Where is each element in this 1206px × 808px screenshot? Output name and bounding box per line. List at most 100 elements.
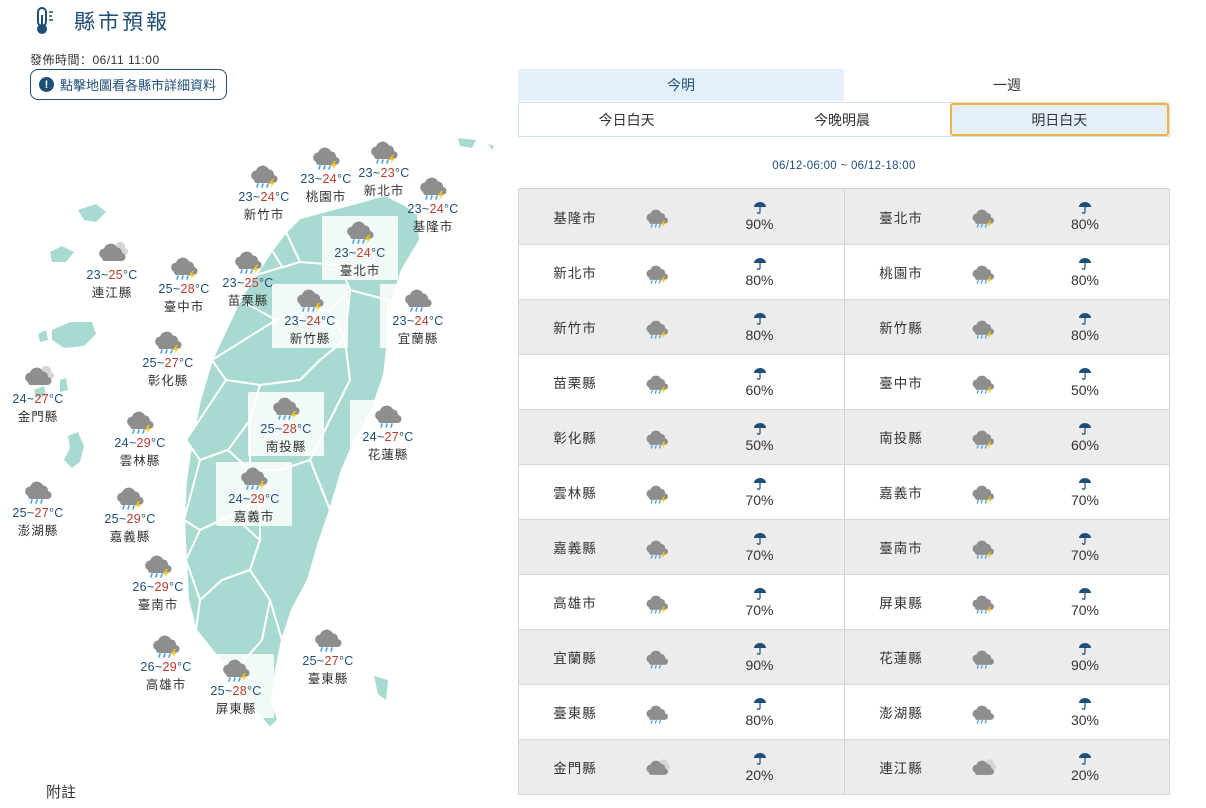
temp-unit: °C xyxy=(49,392,64,406)
thunder-rain-icon xyxy=(627,536,687,559)
city-temperature: 25~27°C xyxy=(0,504,76,522)
forecast-cell[interactable]: 新竹市 80% xyxy=(519,300,844,354)
temp-high: 29 xyxy=(136,436,151,450)
map-city[interactable]: 25~27°C 臺東縣 xyxy=(290,624,366,688)
rain-probability: 60% xyxy=(687,367,844,398)
temp-high: 23 xyxy=(380,166,395,180)
map-city[interactable]: 26~29°C 臺南市 xyxy=(120,550,196,614)
map-city[interactable]: 23~24°C 新竹縣 xyxy=(272,284,348,348)
forecast-cell[interactable]: 南投縣 60% xyxy=(844,410,1169,464)
rain-percent: 80% xyxy=(1070,216,1100,232)
map-city[interactable]: 26~29°C 高雄市 xyxy=(128,630,204,694)
tab-today-tomorrow[interactable]: 今明 xyxy=(518,69,844,101)
temp-unit: °C xyxy=(151,436,166,450)
umbrella-icon xyxy=(753,367,766,380)
temp-low: 24 xyxy=(228,492,243,506)
forecast-cell[interactable]: 連江縣 20% xyxy=(844,740,1169,794)
temp-high: 29 xyxy=(250,492,265,506)
rain-probability: 50% xyxy=(687,422,844,453)
thunder-rain-icon xyxy=(627,205,687,228)
forecast-cell[interactable]: 嘉義市 70% xyxy=(844,465,1169,519)
taiwan-map[interactable]: 23~24°C 新竹市 23~24°C 桃園市 23~23°C 新北市 23~24°C 基隆市… xyxy=(0,0,510,808)
cloudy-icon xyxy=(953,756,1013,779)
rain-icon xyxy=(627,646,687,669)
county-name: 嘉義縣 xyxy=(553,541,597,556)
thunder-rain-icon xyxy=(627,591,687,614)
forecast-cell[interactable]: 高雄市 70% xyxy=(519,575,844,629)
map-city[interactable]: 23~24°C 宜蘭縣 xyxy=(380,284,456,348)
forecast-cell[interactable]: 新北市 80% xyxy=(519,245,844,299)
rain-probability: 80% xyxy=(1013,257,1169,288)
map-city[interactable]: 25~29°C 嘉義縣 xyxy=(92,482,168,546)
forecast-row: 新北市 80% 桃園市 80% xyxy=(519,244,1169,299)
umbrella-icon xyxy=(1079,312,1091,325)
rain-percent: 90% xyxy=(745,656,774,673)
forecast-cell[interactable]: 屏東縣 70% xyxy=(844,575,1169,629)
map-city[interactable]: 25~28°C 南投縣 xyxy=(248,392,324,456)
map-city[interactable]: 24~29°C 雲林縣 xyxy=(102,406,178,470)
map-city[interactable]: 25~27°C 澎湖縣 xyxy=(0,476,76,540)
rain-percent: 90% xyxy=(745,216,774,232)
map-city[interactable]: 24~27°C 金門縣 xyxy=(0,362,76,426)
forecast-cell[interactable]: 彰化縣 50% xyxy=(519,410,844,464)
temp-unit: °C xyxy=(321,314,336,328)
rain-probability: 80% xyxy=(687,697,844,728)
rain-percent: 20% xyxy=(1070,766,1100,783)
rain-percent: 70% xyxy=(1070,601,1100,618)
rain-probability: 70% xyxy=(687,587,844,618)
rain-icon xyxy=(953,646,1013,669)
map-city[interactable]: 24~27°C 花蓮縣 xyxy=(350,400,426,464)
thunder-rain-icon xyxy=(210,246,286,274)
forecast-row: 宜蘭縣 90% 花蓮縣 90% xyxy=(519,629,1169,684)
forecast-cell[interactable]: 雲林縣 70% xyxy=(519,465,844,519)
temp-low: 25 xyxy=(104,512,119,526)
umbrella-icon xyxy=(753,587,766,600)
forecast-cell[interactable]: 宜蘭縣 90% xyxy=(519,630,844,684)
rain-probability: 90% xyxy=(1013,642,1169,673)
forecast-cell[interactable]: 金門縣 20% xyxy=(519,740,844,794)
forecast-cell[interactable]: 基隆市 90% xyxy=(519,189,844,244)
temp-high: 27 xyxy=(384,430,399,444)
temp-high: 25 xyxy=(108,268,123,282)
umbrella-icon xyxy=(753,477,766,490)
rain-icon xyxy=(350,400,426,428)
map-city[interactable]: 23~24°C 基隆市 xyxy=(395,172,471,236)
tab-tomorrow-day[interactable]: 明日白天 xyxy=(949,103,1169,136)
temp-high: 24 xyxy=(356,246,371,260)
forecast-cell[interactable]: 苗栗縣 60% xyxy=(519,355,844,409)
thunder-rain-icon xyxy=(627,371,687,394)
map-city[interactable]: 24~29°C 嘉義市 xyxy=(216,462,292,526)
city-name: 嘉義縣 xyxy=(109,530,151,544)
map-city[interactable]: 23~25°C 連江縣 xyxy=(74,238,150,302)
forecast-cell[interactable]: 新竹縣 80% xyxy=(844,300,1169,354)
notes-heading[interactable]: 附註 xyxy=(46,781,76,802)
city-name: 新竹縣 xyxy=(289,332,331,346)
forecast-row: 基隆市 90% 臺北市 80% xyxy=(519,189,1169,244)
tab-week[interactable]: 一週 xyxy=(844,69,1170,101)
forecast-cell[interactable]: 花蓮縣 90% xyxy=(844,630,1169,684)
temp-low: 23 xyxy=(86,268,101,282)
map-city[interactable]: 23~24°C 臺北市 xyxy=(322,216,398,280)
umbrella-icon xyxy=(753,422,766,435)
temp-unit: °C xyxy=(247,684,262,698)
forecast-cell[interactable]: 臺北市 80% xyxy=(844,189,1169,244)
tab-today-day[interactable]: 今日白天 xyxy=(519,103,734,136)
rain-percent: 70% xyxy=(745,491,774,508)
tab-tonight[interactable]: 今晚明晨 xyxy=(734,103,949,136)
forecast-cell[interactable]: 嘉義縣 70% xyxy=(519,520,844,574)
rain-probability: 80% xyxy=(1013,201,1169,232)
forecast-cell[interactable]: 澎湖縣 30% xyxy=(844,685,1169,739)
county-name: 高雄市 xyxy=(553,596,597,611)
map-city[interactable]: 25~27°C 彰化縣 xyxy=(130,326,206,390)
temp-high: 29 xyxy=(162,660,177,674)
forecast-cell[interactable]: 桃園市 80% xyxy=(844,245,1169,299)
umbrella-icon xyxy=(753,752,766,765)
rain-percent: 80% xyxy=(1070,271,1100,288)
map-city[interactable]: 25~28°C 屏東縣 xyxy=(198,654,274,718)
county-name: 臺北市 xyxy=(879,210,923,226)
forecast-cell[interactable]: 臺中市 50% xyxy=(844,355,1169,409)
forecast-cell[interactable]: 臺南市 70% xyxy=(844,520,1169,574)
forecast-cell[interactable]: 臺東縣 80% xyxy=(519,685,844,739)
county-name: 新竹縣 xyxy=(879,321,923,336)
temp-high: 27 xyxy=(34,506,49,520)
